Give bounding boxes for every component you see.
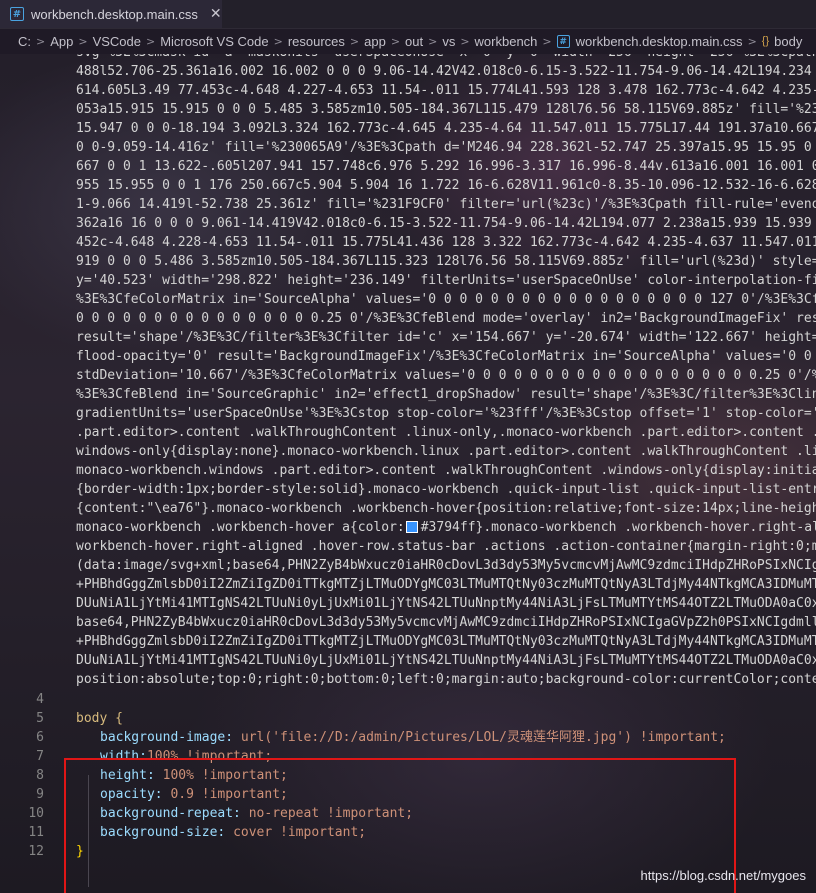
breadcrumb-item-app[interactable]: App (50, 34, 73, 49)
chevron-right-icon: > (428, 34, 438, 48)
code-editor[interactable]: svg %3E%3Cmask id='a' maskUnits='userSpa… (0, 54, 816, 893)
line-number: 6 (36, 730, 44, 745)
tab-label: workbench.desktop.main.css (31, 6, 198, 22)
code-line-segment: 919 0 0 0 5.486 3.585zm10.505-184.367L11… (76, 254, 816, 269)
code-text: #3794ff}.monaco-workbench .workbench-hov… (420, 520, 816, 535)
code-line-segment: {border-width:1px;border-style:solid}.mo… (76, 482, 816, 497)
css-url-argument: 'file://D:/admin/Pictures/LOL/灵魂莲华阿狸.jpg… (272, 730, 625, 745)
css-property: background-image: (100, 730, 241, 745)
code-line: body { (76, 709, 123, 728)
code-line-segment: 452c-4.648 4.228-4.653 11.54-.011 15.775… (76, 235, 816, 250)
code-line-segment: 1-9.066 14.419l-52.738 25.361z' fill='%2… (76, 197, 816, 212)
code-line-segment: 0 0-9.059-14.416z' fill='%230065A9'/%3E%… (76, 140, 816, 155)
line-number: 5 (36, 711, 44, 726)
code-line-segment: base64,PHN2ZyB4bWxucz0iaHR0cDovL3d3dy53M… (76, 615, 816, 630)
code-line-segment: +PHBhdGggZmlsbD0iI2ZmZiIgZD0iTTkgMTZjLTM… (76, 577, 816, 592)
code-line-segment: result='shape'/%3E%3C/filter%3E%3Cfilter… (76, 330, 816, 345)
tab-workbench-css[interactable]: # workbench.desktop.main.css ✕ (0, 0, 222, 28)
code-line-segment: windows-only{display:none}.monaco-workbe… (76, 444, 816, 459)
code-line-segment: DUuNiA1LjYtMi41MTIgNS42LTUuNi0yLjUxMi01L… (76, 653, 816, 668)
breadcrumb-item-symbol[interactable]: body (774, 34, 802, 49)
editor-tab-bar: # workbench.desktop.main.css ✕ (0, 0, 816, 29)
line-number: 4 (36, 692, 44, 707)
code-line-segment: monaco-workbench.windows .part.editor>.c… (76, 463, 816, 478)
breadcrumb-item-microsoft-vs-code[interactable]: Microsoft VS Code (160, 34, 268, 49)
css-value: ) !important; (624, 730, 726, 745)
line-number: 8 (36, 768, 44, 783)
code-line-segment: {content:"\ea76"}.monaco-workbench .work… (76, 501, 816, 516)
chevron-right-icon: > (460, 34, 470, 48)
chevron-right-icon: > (390, 34, 401, 48)
symbol-icon: {} (761, 35, 770, 47)
code-line: background-image: url('file://D:/admin/P… (100, 728, 726, 747)
css-file-icon: # (556, 34, 570, 48)
wrapped-css-line: svg %3E%3Cmask id='a' maskUnits='userSpa… (76, 54, 816, 689)
code-line-segment: y='40.523' width='298.822' height='236.1… (76, 273, 816, 288)
breadcrumb-item-vscode[interactable]: VSCode (93, 34, 141, 49)
chevron-right-icon: > (273, 34, 283, 48)
line-number: 9 (36, 787, 44, 802)
color-swatch[interactable] (405, 520, 418, 533)
code-line-segment: svg %3E%3Cmask id='a' maskUnits='userSpa… (76, 54, 816, 62)
chevron-right-icon: > (78, 34, 88, 48)
css-function: url( (240, 730, 273, 745)
close-icon[interactable]: ✕ (210, 6, 222, 22)
code-line-segment: 667 0 0 1 13.622-.605l207.941 157.748c6.… (76, 159, 816, 174)
breadcrumb-item-resources[interactable]: resources (288, 34, 345, 49)
line-number: 10 (28, 806, 44, 821)
css-selector: body { (76, 711, 123, 726)
breadcrumb-item-drive[interactable]: C: (18, 34, 31, 49)
code-line-segment: workbench-hover.right-aligned .hover-row… (76, 539, 816, 554)
code-line-segment: gradientUnits='userSpaceOnUse'%3E%3Cstop… (76, 406, 816, 421)
highlight-box (64, 758, 736, 893)
breadcrumb-item-app-folder[interactable]: app (364, 34, 386, 49)
watermark: https://blog.csdn.net/mygoes (640, 868, 806, 883)
css-file-icon: # (10, 7, 24, 21)
code-line-segment: 362a16 16 0 0 0 9.061-14.419V42.018c0-6.… (76, 216, 816, 231)
code-line-segment: 0 0 0 0 0 0 0 0 0 0 0 0 0 0 0 0.25 0'/%3… (76, 311, 816, 326)
code-line-segment: (data:image/svg+xml;base64,PHN2ZyB4bWxuc… (76, 558, 816, 573)
code-line-segment: 488l52.706-25.361a16.002 16.002 0 0 0 9.… (76, 64, 816, 79)
code-line-segment: .part.editor>.content .walkThroughConten… (76, 425, 816, 440)
breadcrumb-item-out[interactable]: out (405, 34, 423, 49)
code-line-segment: %3E%3CfeBlend in='SourceGraphic' in2='ef… (76, 387, 816, 402)
chevron-right-icon: > (146, 34, 156, 48)
code-line-segment: 15.947 0 0 0-18.194 3.092L3.324 162.773c… (76, 121, 816, 136)
chevron-right-icon: > (36, 34, 46, 48)
line-number: 11 (28, 825, 44, 840)
code-line-segment: 053a15.915 15.915 0 0 0 5.485 3.585zm10.… (76, 102, 816, 117)
chevron-right-icon: > (349, 34, 360, 48)
code-line-segment: flood-opacity='0' result='BackgroundImag… (76, 349, 816, 364)
chevron-right-icon: > (542, 34, 552, 48)
chevron-right-icon: > (747, 34, 757, 48)
code-line-segment: +PHBhdGggZmlsbD0iI2ZmZiIgZD0iTTkgMTZjLTM… (76, 634, 816, 649)
code-line-segment: position:absolute;top:0;right:0;bottom:0… (76, 672, 816, 687)
code-line-segment: stdDeviation='10.667'/%3E%3CfeColorMatri… (76, 368, 816, 383)
breadcrumb-item-workbench[interactable]: workbench (475, 34, 538, 49)
code-line-segment: monaco-workbench .workbench-hover a{colo… (76, 518, 816, 537)
code-line-segment: 955 15.955 0 0 1 176 250.667c5.904 5.904… (76, 178, 816, 193)
breadcrumb-item-vs[interactable]: vs (442, 34, 455, 49)
breadcrumb-item-file[interactable]: workbench.desktop.main.css (576, 34, 743, 49)
code-line-segment: %3E%3CfeColorMatrix in='SourceAlpha' val… (76, 292, 816, 307)
line-number: 12 (28, 844, 44, 859)
breadcrumb: C: > App > VSCode > Microsoft VS Code > … (0, 30, 816, 52)
code-line-segment: 614.605L3.49 77.453c-4.648 4.227-4.653 1… (76, 83, 816, 98)
code-text: monaco-workbench .workbench-hover a{colo… (76, 520, 405, 535)
line-number: 7 (36, 749, 44, 764)
code-line-segment: DUuNiA1LjYtMi41MTIgNS42LTUuNi0yLjUxMi01L… (76, 596, 816, 611)
